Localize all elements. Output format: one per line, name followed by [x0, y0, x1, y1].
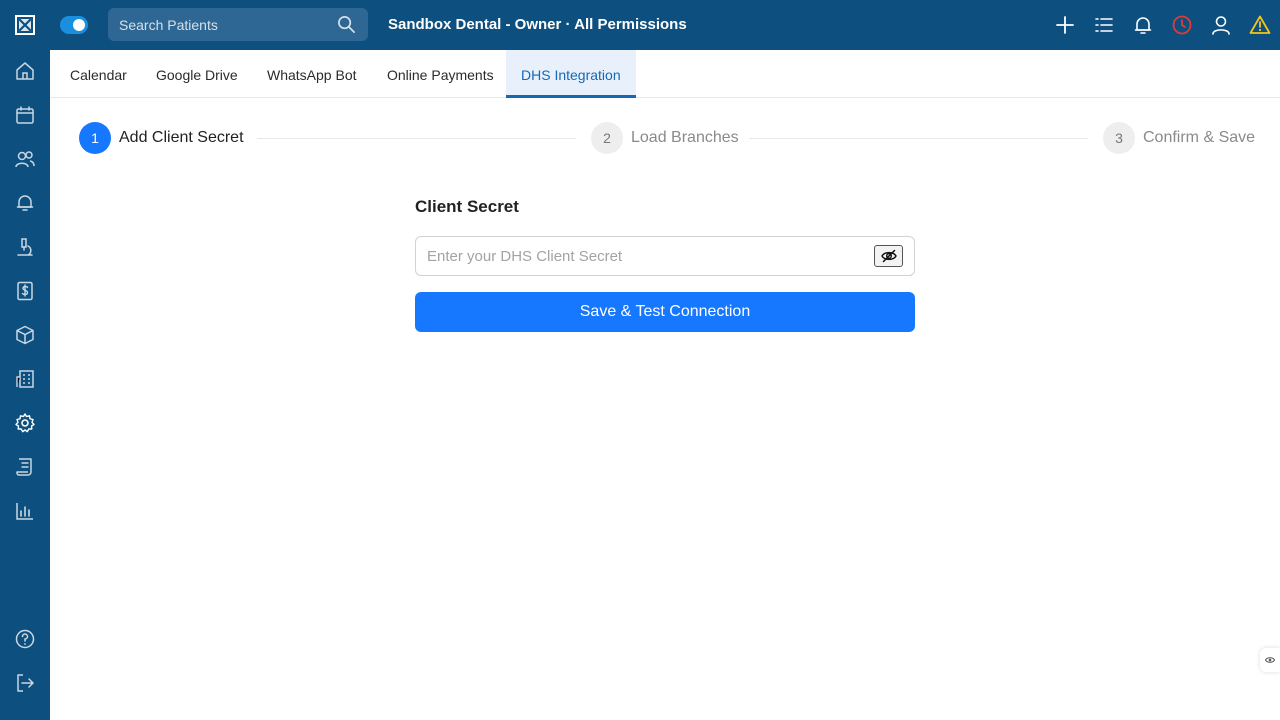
step-confirm-save[interactable]: 3 Confirm & Save	[1103, 122, 1255, 154]
eye-slash-icon	[880, 249, 897, 263]
list-icon[interactable]	[1093, 14, 1115, 36]
app-logo-icon[interactable]	[15, 15, 35, 35]
users-icon[interactable]	[14, 148, 36, 170]
help-icon[interactable]	[14, 628, 36, 650]
box-icon[interactable]	[14, 324, 36, 346]
tab-dhs-integration[interactable]: DHS Integration	[506, 50, 636, 98]
step-number: 2	[591, 122, 623, 154]
plus-icon[interactable]	[1054, 14, 1076, 36]
step-load-branches[interactable]: 2 Load Branches	[591, 122, 739, 154]
building-icon[interactable]	[14, 368, 36, 390]
clock-icon[interactable]	[1171, 14, 1193, 36]
step-add-client-secret[interactable]: 1 Add Client Secret	[79, 122, 244, 154]
tab-google-drive[interactable]: Google Drive	[156, 50, 238, 98]
step-number: 3	[1103, 122, 1135, 154]
patient-search[interactable]	[108, 8, 368, 41]
toggle-knob	[73, 19, 85, 31]
notification-bell-icon[interactable]	[14, 192, 36, 214]
tab-calendar[interactable]: Calendar	[70, 50, 127, 98]
calendar-icon[interactable]	[14, 104, 36, 126]
step-connector	[257, 138, 576, 139]
search-input[interactable]	[108, 8, 333, 41]
mode-toggle[interactable]	[60, 16, 88, 34]
gear-icon[interactable]	[14, 412, 36, 434]
scroll-icon[interactable]	[14, 456, 36, 478]
user-icon[interactable]	[1210, 14, 1232, 36]
step-label: Load Branches	[631, 129, 739, 146]
bar-chart-icon[interactable]	[14, 500, 36, 522]
dollar-icon[interactable]	[14, 280, 36, 302]
step-label: Confirm & Save	[1143, 129, 1256, 146]
bell-icon[interactable]	[1132, 14, 1154, 36]
top-bar: Sandbox Dental - Owner · All Permissions	[0, 0, 1280, 50]
search-icon[interactable]	[337, 15, 356, 34]
client-secret-input[interactable]	[416, 237, 866, 275]
step-label: Add Client Secret	[119, 129, 244, 146]
warning-icon[interactable]	[1249, 14, 1271, 36]
tab-whatsapp-bot[interactable]: WhatsApp Bot	[267, 50, 357, 98]
home-icon[interactable]	[14, 60, 36, 82]
microscope-icon[interactable]	[14, 236, 36, 258]
edge-widget[interactable]	[1260, 648, 1280, 672]
clinic-title: Sandbox Dental - Owner · All Permissions	[388, 16, 687, 33]
toggle-visibility-button[interactable]	[874, 245, 903, 267]
save-test-connection-button[interactable]: Save & Test Connection	[415, 292, 915, 332]
logout-icon[interactable]	[14, 672, 36, 694]
step-connector	[749, 138, 1088, 139]
tab-online-payments[interactable]: Online Payments	[387, 50, 494, 98]
client-secret-label: Client Secret	[415, 197, 519, 216]
step-number: 1	[79, 122, 111, 154]
client-secret-field[interactable]	[415, 236, 915, 276]
sidebar	[0, 50, 50, 720]
eye-icon	[1265, 657, 1275, 663]
settings-tabs: Calendar Google Drive WhatsApp Bot Onlin…	[50, 50, 1280, 98]
